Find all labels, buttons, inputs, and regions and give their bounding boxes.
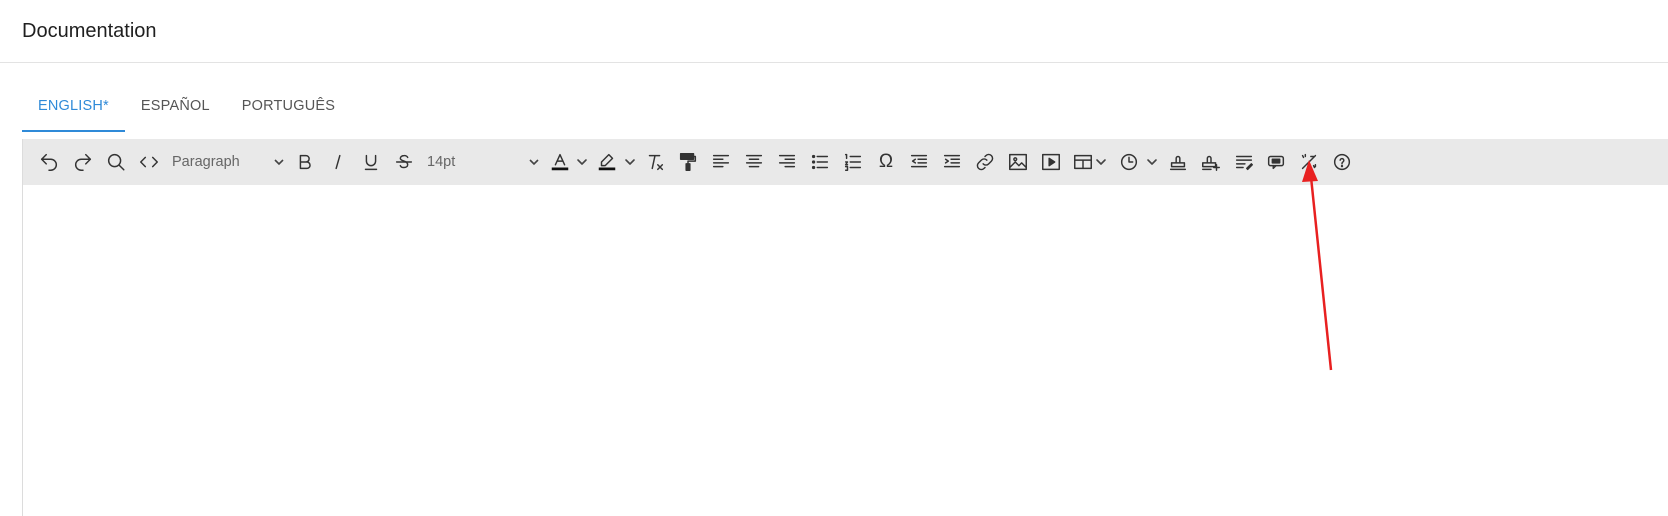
image-button[interactable] [1006,139,1030,185]
text-color-button[interactable] [548,139,572,185]
template-button[interactable] [1264,139,1288,185]
image-icon [1009,153,1027,171]
block-format-value: Paragraph [172,154,240,170]
block-format-select[interactable]: Paragraph [172,139,286,185]
redo-icon [75,153,92,171]
strikethrough-button[interactable] [392,139,416,185]
bold-icon [299,154,311,170]
magic-wand-icon [1301,153,1317,170]
align-right-button[interactable] [775,139,799,185]
clear-formatting-icon [648,154,664,171]
add-stamp-button[interactable] [1199,139,1223,185]
stamp-icon [1169,155,1187,171]
bullet-list-icon [811,154,829,170]
code-icon [140,156,158,168]
editor-content-area[interactable] [23,185,1668,516]
link-icon [976,153,994,171]
help-icon [1333,153,1351,171]
format-painter-button[interactable] [676,139,700,185]
media-icon [1042,153,1060,171]
search-icon [107,153,125,171]
align-left-icon [712,154,730,168]
add-stamp-icon [1202,155,1220,171]
chevron-down-icon [1096,159,1106,165]
special-character-button[interactable]: Ω [874,139,898,185]
table-button[interactable] [1071,139,1095,185]
page-title: Documentation [22,19,157,42]
rich-text-editor: Paragraph 14pt Ω [22,139,1668,516]
indent-icon [943,154,961,168]
undo-icon [40,153,57,171]
highlight-color-icon [598,153,616,171]
numbered-list-button[interactable] [841,139,865,185]
language-tabs: ENGLISH* ESPAÑOL PORTUGUÊS [22,86,351,132]
page-header: Documentation [0,0,1668,63]
underline-button[interactable] [359,139,383,185]
chevron-down-icon [577,159,587,165]
align-right-icon [778,154,796,168]
redo-button[interactable] [71,139,95,185]
numbered-list-icon [844,153,862,171]
outdent-icon [910,154,928,168]
indent-button[interactable] [940,139,964,185]
bullet-list-button[interactable] [808,139,832,185]
tab-english[interactable]: ENGLISH* [22,86,125,132]
underline-icon [364,154,378,171]
chevron-down-icon [272,155,286,174]
template-icon [1267,155,1285,170]
clear-formatting-button[interactable] [643,139,667,185]
datetime-button[interactable] [1117,139,1141,185]
table-dropdown[interactable] [1094,139,1108,185]
tab-espanol[interactable]: ESPAÑOL [125,86,226,132]
help-button[interactable] [1330,139,1354,185]
align-center-icon [745,154,763,168]
datetime-dropdown[interactable] [1145,139,1159,185]
strikethrough-icon [395,154,413,169]
chevron-down-icon [1147,159,1157,165]
align-left-button[interactable] [709,139,733,185]
stamp-button[interactable] [1166,139,1190,185]
text-direction-icon [1235,155,1253,171]
undo-button[interactable] [37,139,61,185]
source-code-button[interactable] [137,139,161,185]
media-button[interactable] [1039,139,1063,185]
text-color-dropdown[interactable] [575,139,589,185]
chevron-down-icon [527,155,541,174]
italic-icon [335,154,341,170]
align-center-button[interactable] [742,139,766,185]
format-painter-icon [679,153,697,171]
italic-button[interactable] [326,139,350,185]
text-direction-button[interactable] [1232,139,1256,185]
highlight-color-dropdown[interactable] [623,139,637,185]
bold-button[interactable] [293,139,317,185]
magic-wand-button[interactable] [1297,139,1321,185]
highlight-color-button[interactable] [595,139,619,185]
link-button[interactable] [973,139,997,185]
font-size-select[interactable]: 14pt [427,139,543,185]
text-color-icon [551,153,569,171]
table-icon [1074,154,1092,170]
chevron-down-icon [625,159,635,165]
omega-icon: Ω [878,151,894,172]
find-button[interactable] [104,139,128,185]
editor-toolbar: Paragraph 14pt Ω [23,139,1668,185]
clock-icon [1120,153,1138,171]
font-size-value: 14pt [427,154,456,170]
outdent-button[interactable] [907,139,931,185]
tab-portugues[interactable]: PORTUGUÊS [226,86,351,132]
